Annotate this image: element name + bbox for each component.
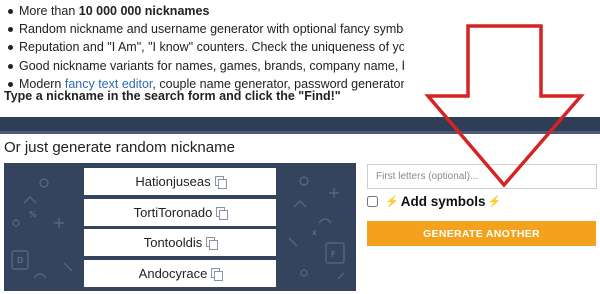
decorative-band bbox=[0, 117, 600, 131]
add-symbols-checkbox[interactable] bbox=[367, 196, 378, 207]
nickname-text: Tontooldis bbox=[143, 235, 203, 250]
nickname-text: Hationjuseas bbox=[135, 174, 211, 189]
nickname-item[interactable]: Tontooldis bbox=[84, 229, 276, 256]
section-title: Or just generate random nickname bbox=[4, 139, 235, 156]
feature-list: More than 10 000 000 nicknames Random ni… bbox=[4, 2, 404, 93]
feature-text: Random nickname and username generator w… bbox=[19, 22, 404, 37]
search-instruction: Type a nickname in the search form and c… bbox=[4, 89, 341, 103]
bolt-icon: ⚡ bbox=[487, 196, 502, 208]
copy-icon[interactable] bbox=[211, 267, 224, 281]
add-symbols-label[interactable]: Add symbols bbox=[401, 194, 486, 209]
bolt-icon: ⚡ bbox=[385, 196, 399, 208]
random-nickname-panel: % D F x Hationjuseas TortiToronado Tonto… bbox=[4, 163, 356, 291]
nickname-text: TortiToronado bbox=[133, 204, 213, 220]
add-symbols-option: ⚡ Add symbols ⚡ bbox=[367, 194, 503, 209]
feature-item: Reputation and "I Am", "I know" counters… bbox=[4, 38, 404, 56]
copy-icon[interactable] bbox=[216, 206, 229, 220]
nickname-list: Hationjuseas TortiToronado Tontooldis An… bbox=[84, 168, 276, 290]
feature-highlight: 10 000 000 nicknames bbox=[78, 4, 210, 18]
svg-text:F: F bbox=[331, 250, 336, 259]
generate-another-button[interactable]: GENERATE ANOTHER bbox=[367, 221, 596, 246]
nickname-item[interactable]: Hationjuseas bbox=[84, 168, 276, 195]
svg-text:D: D bbox=[17, 256, 23, 265]
nickname-item[interactable]: Andocyrace bbox=[84, 259, 276, 287]
feature-text: Reputation and "I Am", "I know" counters… bbox=[19, 40, 404, 55]
feature-text: More than bbox=[19, 4, 79, 18]
copy-icon[interactable] bbox=[214, 176, 227, 189]
band-divider bbox=[0, 131, 600, 134]
feature-item: Good nickname variants for names, games,… bbox=[4, 57, 404, 75]
feature-item: More than 10 000 000 nicknames bbox=[4, 2, 404, 20]
svg-text:x: x bbox=[312, 228, 317, 237]
copy-icon[interactable] bbox=[206, 237, 219, 250]
first-letters-input[interactable] bbox=[367, 164, 597, 189]
nickname-item[interactable]: TortiToronado bbox=[84, 198, 276, 226]
feature-item: Random nickname and username generator w… bbox=[4, 20, 404, 38]
feature-text: Good nickname variants for names, games,… bbox=[19, 58, 404, 73]
svg-text:%: % bbox=[29, 210, 37, 219]
nickname-text: Andocyrace bbox=[138, 265, 208, 281]
